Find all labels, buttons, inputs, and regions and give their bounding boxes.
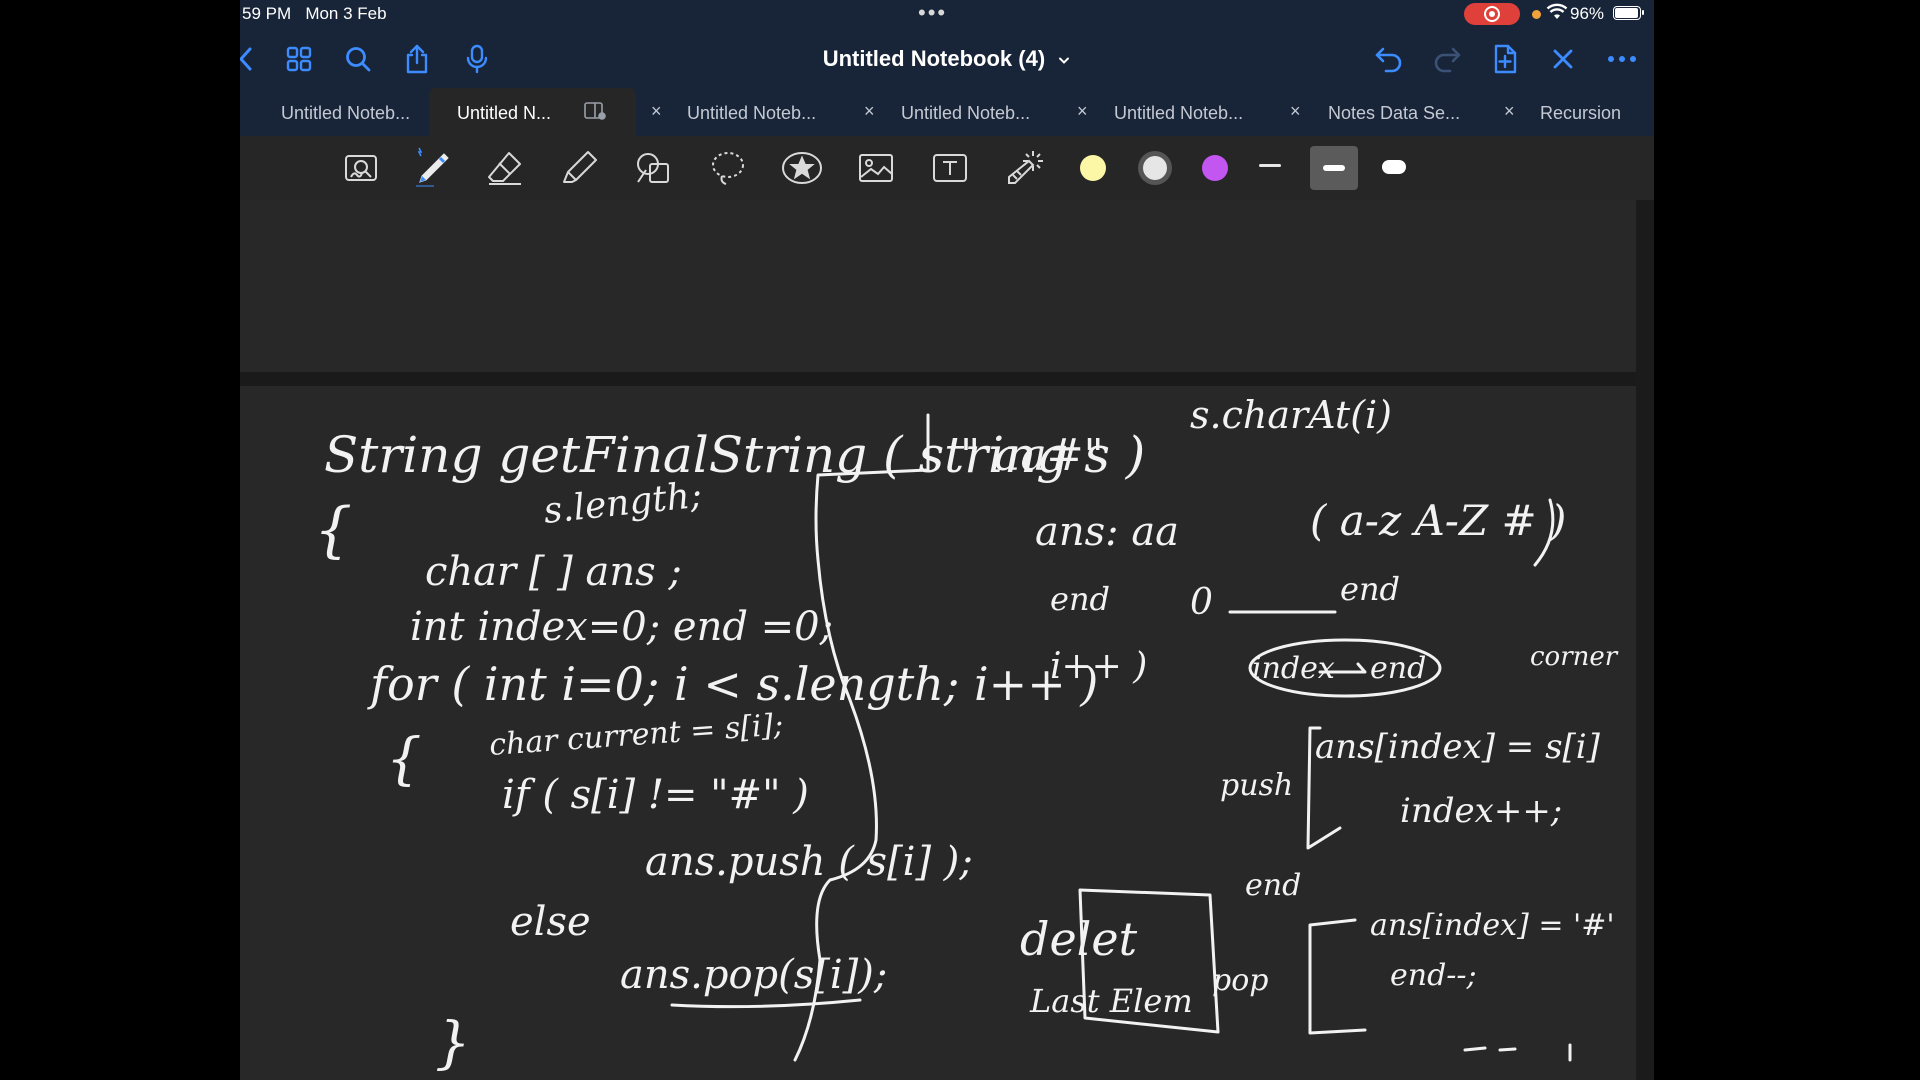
ink-push-label: push [1220, 768, 1293, 803]
ink-end-arrow: end [1370, 651, 1426, 686]
ink-assign-push: ans[index] = s[i] [1315, 727, 1601, 767]
ink-pop-underline [670, 998, 862, 1009]
ink-string-example: " aa#" [960, 430, 1104, 481]
ink-charat: s.charAt(i) [1190, 393, 1392, 437]
ink-brace-open-2: { [386, 727, 422, 792]
ink-ans-push: ans.push ( s[i] ); [645, 839, 973, 885]
ink-index-arrow: index [1252, 651, 1335, 686]
ink-else: else [510, 899, 591, 945]
ink-for-loop: for ( int i=0; i < s.length; i++ ) [367, 657, 1098, 711]
ink-index-increment: index++; [1400, 791, 1562, 831]
ink-assign-pop: ans[index] = '#' [1370, 908, 1615, 943]
ipad-screen: 59 PM Mon 3 Feb ••• 96% Untitled Noteboo… [240, 0, 1654, 1080]
ink-end-label: end [1050, 580, 1110, 618]
ink-if-condition: if ( s[i] != "#" ) [502, 772, 809, 818]
ink-bottom-marks [1463, 1043, 1572, 1062]
ink-char-range: ( a-z A-Z # ) [1310, 496, 1566, 545]
handwriting-layer: String getFinalString ( string s ) s.len… [314, 393, 1619, 1076]
ink-brace-open: { [314, 495, 352, 565]
ink-brace-close: } [435, 1011, 471, 1076]
ink-last-elem: Last Elem [1029, 982, 1193, 1020]
ink-ans-pop: ans.pop(s[i]); [620, 952, 887, 998]
ink-delete: delet [1020, 912, 1138, 966]
ink-end-label-2: end [1340, 570, 1400, 608]
ink-i-plus-plus: i++ ) [1050, 646, 1147, 687]
ink-ans-aa: ans: aa [1035, 509, 1179, 555]
ink-zero: 0 [1190, 582, 1213, 623]
ink-end-label-3: end [1245, 868, 1301, 903]
ink-pop-label: pop [1212, 963, 1268, 998]
ink-pop-bracket [1308, 918, 1367, 1035]
ink-char-current: char current = s[i]; [488, 708, 784, 763]
ink-corner: corner [1530, 642, 1619, 672]
ink-char-array: char [ ] ans ; [425, 549, 682, 595]
ink-end-decrement: end--; [1390, 958, 1477, 993]
ink-int-index: int index=0; end =0; [410, 604, 833, 650]
